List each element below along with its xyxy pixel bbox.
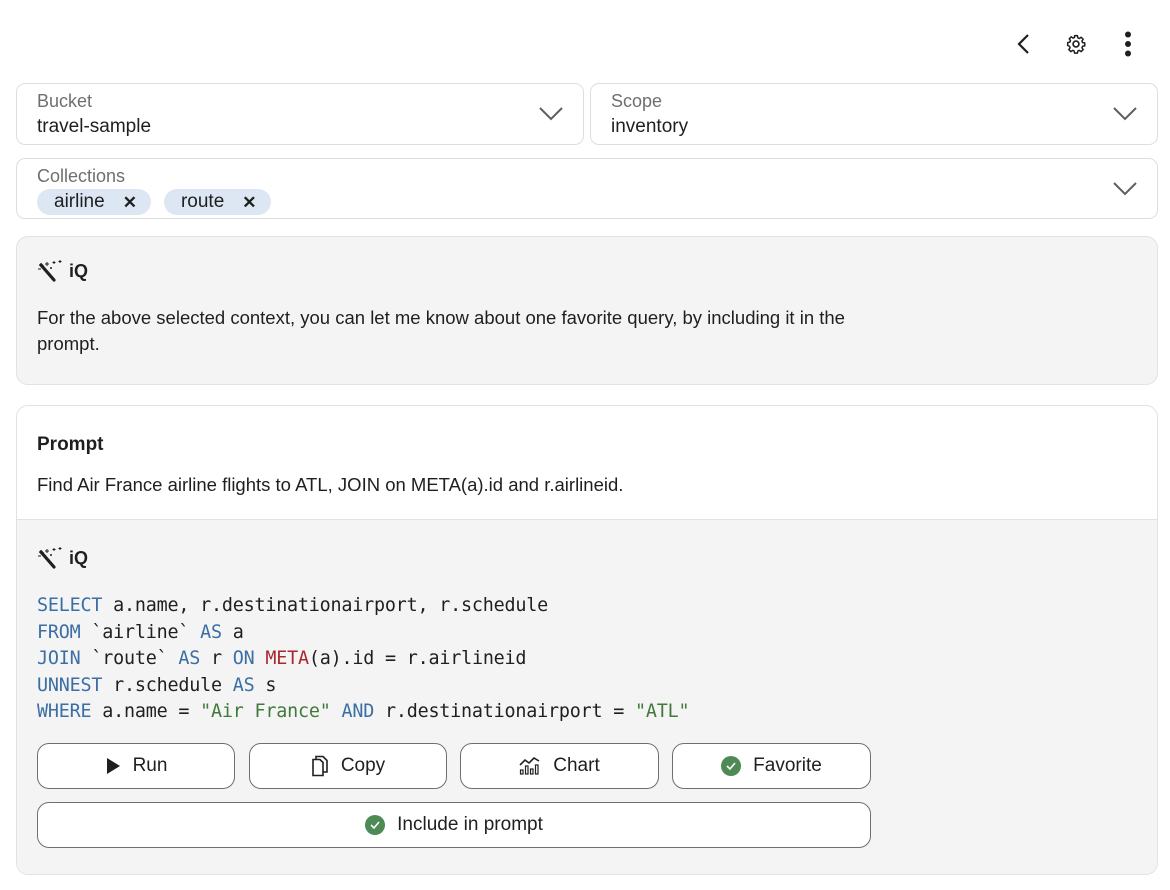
more-options-button[interactable] [1102,26,1154,62]
iq-title: iQ [69,260,89,281]
chevron-down-icon [539,107,563,121]
run-button[interactable]: Run [37,743,235,789]
copy-button[interactable]: Copy [249,743,447,789]
bucket-select[interactable]: Bucket travel-sample [16,83,584,145]
play-icon [106,758,120,774]
sql-keyword: ON [232,648,255,669]
more-vertical-icon [1125,31,1131,57]
sql-string: "Air France" [200,701,331,722]
sql-string: "ATL" [635,701,690,722]
copy-icon [312,755,328,777]
run-label: Run [132,755,168,776]
bucket-label: Bucket [37,91,93,111]
back-button[interactable] [998,26,1050,62]
collection-chips: airline ✕ route ✕ [37,189,271,215]
chart-icon [519,757,540,775]
top-toolbar [998,26,1154,62]
sql-text: r.destinationairport = [374,701,636,722]
sql-text: (a).id = r.airlineid [308,648,527,669]
check-circle-icon [365,815,386,835]
iq-intro-card: iQ For the above selected context, you c… [16,236,1158,385]
code-line: JOIN `route` AS r ON META(a).id = r.airl… [37,646,689,673]
sql-text: r.schedule [102,674,233,696]
include-label: Include in prompt [397,814,543,835]
favorite-label: Favorite [753,755,822,776]
scope-select[interactable]: Scope inventory [590,83,1158,145]
chip-label: route [180,191,225,212]
chart-button[interactable]: Chart [460,743,659,789]
sql-code-block: SELECT a.name, r.destinationairport, r.s… [37,593,690,726]
remove-chip-icon[interactable]: ✕ [242,194,256,211]
sql-text: a.name = [91,701,201,722]
sql-function: META [265,648,309,669]
iq-header: iQ [37,259,88,283]
copy-label: Copy [340,755,386,776]
include-in-prompt-button[interactable]: Include in prompt [37,802,871,848]
collections-label: Collections [37,166,126,186]
sql-keyword: JOIN [37,648,81,669]
sql-text: `route` [80,648,179,669]
settings-button[interactable] [1050,26,1102,62]
code-line: FROM `airline` AS a [37,620,689,647]
prompt-card: Prompt Find Air France airline flights t… [16,405,1158,875]
chart-label: Chart [553,755,600,776]
sql-keyword: UNNEST [37,674,103,696]
gear-icon [1066,34,1086,54]
sql-text: s [254,674,277,696]
collections-select[interactable]: Collections airline ✕ route ✕ [16,158,1158,219]
prompt-title: Prompt [37,434,104,455]
chevron-left-icon [1017,34,1029,54]
sql-text: `airline` [80,621,201,643]
scope-label: Scope [611,91,663,111]
check-circle-icon [721,756,742,776]
collection-chip-airline: airline ✕ [37,189,151,215]
iq-title: iQ [69,547,89,568]
chip-label: airline [54,191,105,212]
sql-keyword: SELECT [37,595,103,616]
iq-answer: iQ SELECT a.name, r.destinationairport, … [17,519,1157,874]
sql-keyword: FROM [37,621,81,643]
sql-text: r [200,648,233,669]
chevron-down-icon [1113,107,1137,121]
sql-keyword: WHERE [37,701,92,722]
sql-keyword: AS [200,621,222,643]
chevron-down-icon [1113,181,1137,195]
scope-value: inventory [611,116,689,137]
magic-wand-icon [38,260,62,282]
iq-header: iQ [37,546,88,570]
iq-message: For the above selected context, you can … [37,307,845,354]
prompt-text: Find Air France airline flights to ATL, … [37,474,624,495]
sql-keyword: AS [178,648,201,669]
collection-chip-route: route ✕ [163,189,271,215]
favorite-button[interactable]: Favorite [672,743,871,789]
sql-keyword: AND [341,701,375,722]
magic-wand-icon [38,547,62,569]
sql-keyword: AS [232,674,255,696]
sql-text: a.name, r.destinationairport, r.schedule [102,595,548,616]
bucket-value: travel-sample [37,116,152,137]
code-line: SELECT a.name, r.destinationairport, r.s… [37,593,689,620]
sql-text: a [221,621,244,643]
remove-chip-icon[interactable]: ✕ [123,194,137,211]
code-line: WHERE a.name = "Air France" AND r.destin… [37,699,690,726]
code-line: UNNEST r.schedule AS s [37,673,689,700]
